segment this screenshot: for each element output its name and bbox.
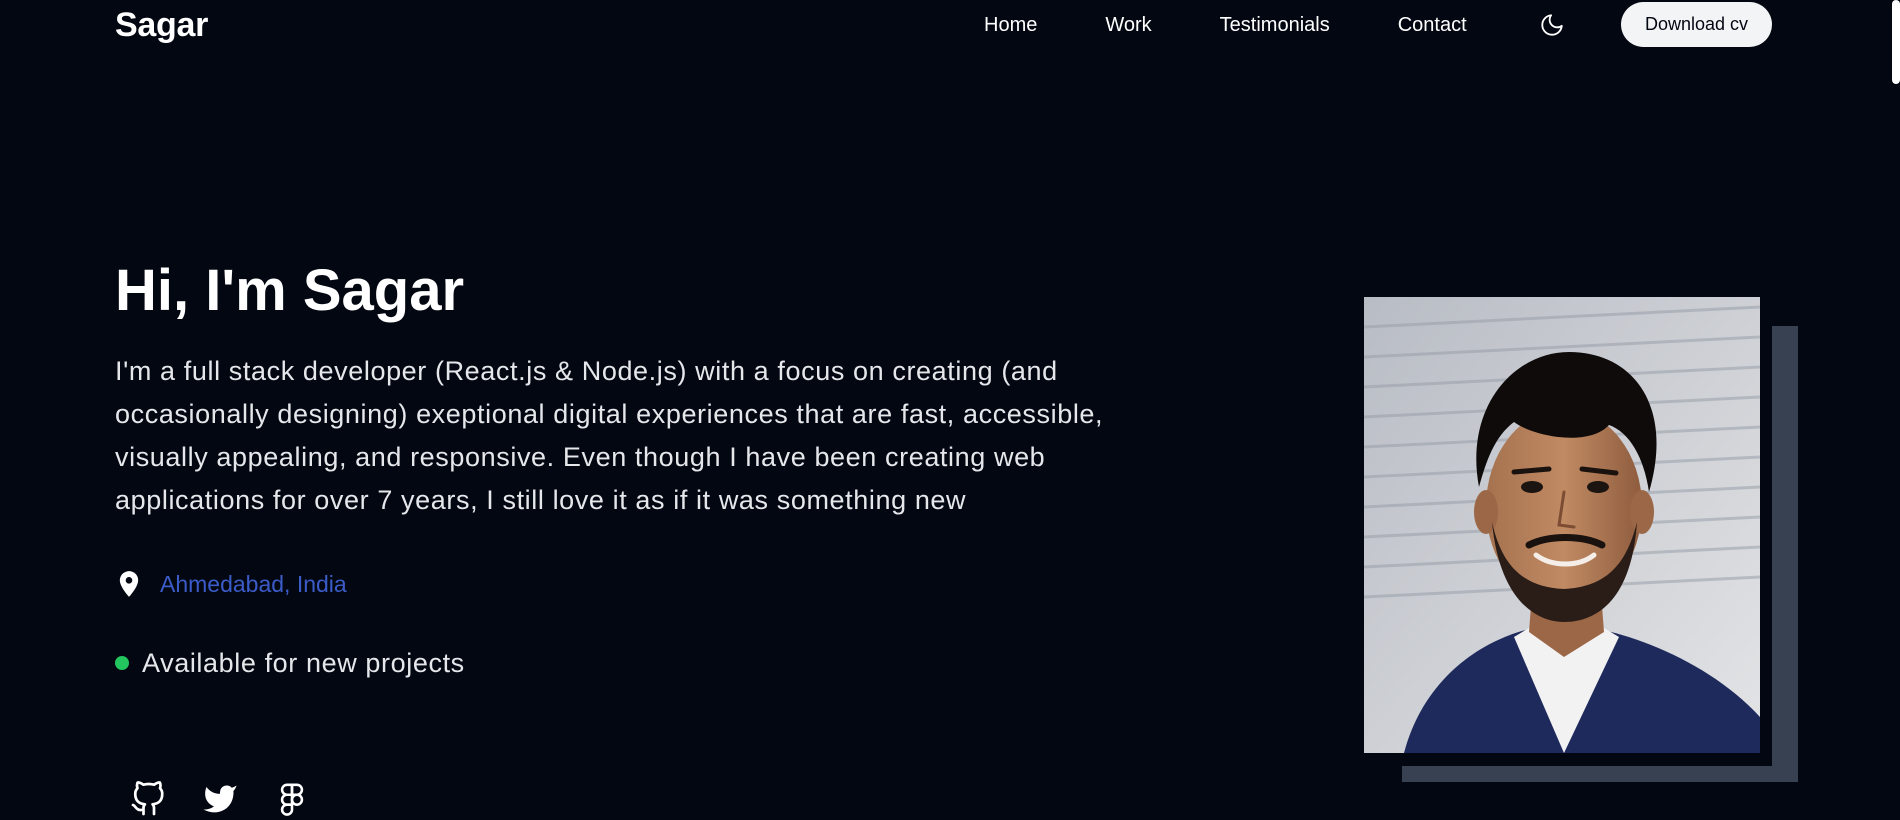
figma-link[interactable] [274,780,310,820]
theme-toggle-button[interactable] [1536,9,1568,41]
page-scrollbar[interactable] [1890,0,1900,819]
status-dot [115,656,129,670]
availability-text: Available for new projects [142,647,465,678]
figma-icon [280,783,304,816]
location: Ahmedabad, India [115,566,347,602]
nav-link-home[interactable]: Home [984,0,1037,50]
social-links [130,780,310,820]
location-link[interactable]: Ahmedabad, India [160,571,347,598]
hero-description: I'm a full stack developer (React.js & N… [115,356,1104,515]
main-nav: Home Work Testimonials Contact [984,0,1467,50]
twitter-link[interactable] [202,780,238,820]
profile-photo [1364,297,1760,753]
logo[interactable]: Sagar [115,4,208,46]
availability-status: Available for new projects [115,645,465,681]
nav-link-testimonials[interactable]: Testimonials [1220,0,1330,50]
site-header: Sagar Home Work Testimonials Contact Dow… [0,0,1900,50]
moon-icon [1541,14,1563,36]
scrollbar-thumb[interactable] [1892,0,1900,84]
map-pin-icon [115,568,143,600]
github-link[interactable] [130,780,166,820]
hero-title: Hi, I'm Sagar [115,258,465,323]
download-cv-button[interactable]: Download cv [1621,2,1772,47]
nav-link-contact[interactable]: Contact [1398,0,1467,50]
github-icon [131,781,164,816]
nav-link-work[interactable]: Work [1105,0,1151,50]
twitter-icon [203,785,237,813]
